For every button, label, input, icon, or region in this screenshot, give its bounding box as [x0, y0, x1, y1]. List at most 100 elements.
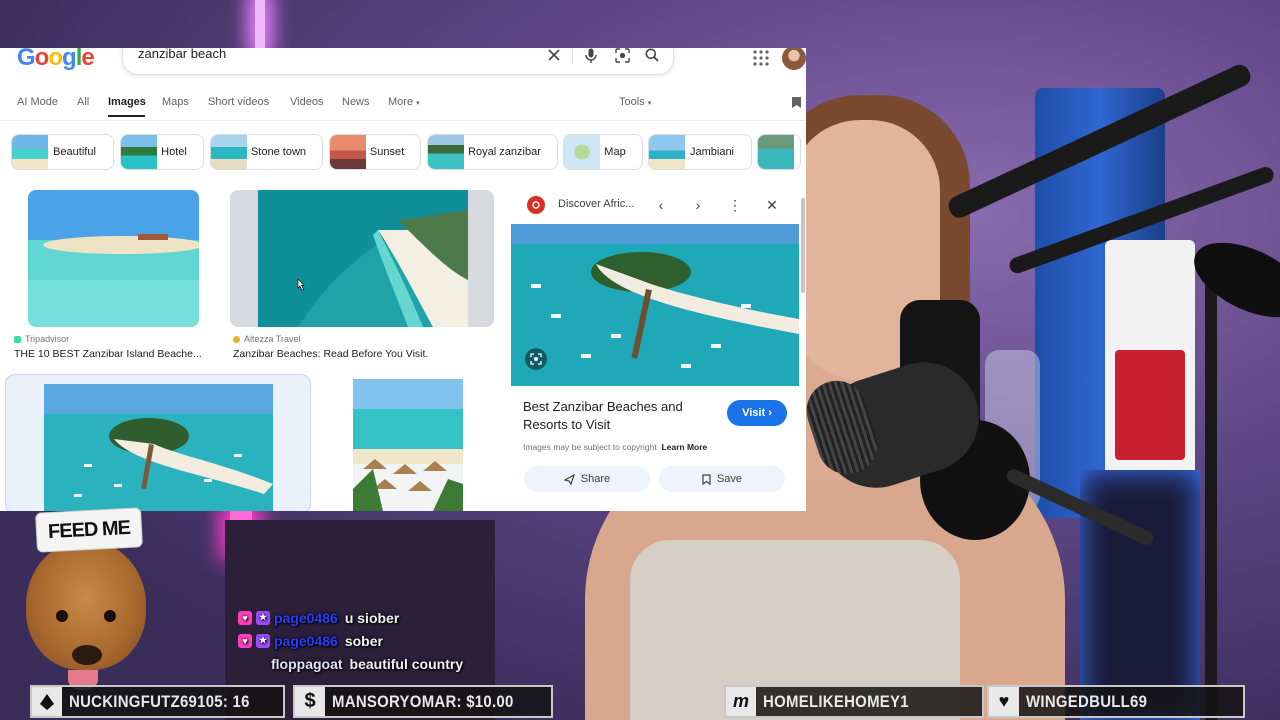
cymbal-stand [1205, 250, 1217, 720]
chip-label: Map [604, 146, 626, 158]
panel-scrollbar[interactable] [801, 198, 805, 293]
result-source-label: Altezza Travel [244, 334, 301, 344]
chat-text: u siober [344, 609, 400, 626]
share-button[interactable]: Share [524, 466, 650, 492]
copyright-notice: Images may be subject to copyright Learn… [523, 442, 707, 452]
chip-royal-zanzibar[interactable]: Royal zanzibar [427, 134, 558, 170]
image-result-selected[interactable] [5, 374, 311, 511]
chip-jambiani[interactable]: Jambiani [648, 134, 752, 170]
more-options-icon[interactable]: ⋮ [726, 196, 744, 214]
bookmark-icon [702, 473, 711, 485]
image-result-tripadvisor[interactable]: Tripadvisor THE 10 BEST Zanzibar Island … [8, 188, 218, 364]
image-result-beach-huts[interactable] [322, 374, 496, 511]
sub-badge-icon: ★ [256, 633, 270, 648]
search-input[interactable]: zanzibar beach [138, 48, 226, 61]
tools-label: Tools [619, 96, 645, 108]
tab-more[interactable]: More ▾ [388, 96, 420, 108]
chat-text: sober [344, 632, 383, 649]
tripadvisor-icon [14, 335, 21, 343]
collections-icon[interactable] [791, 96, 802, 109]
save-button[interactable]: Save [659, 466, 785, 492]
search-box[interactable]: zanzibar beach [122, 48, 674, 75]
close-icon[interactable]: ✕ [763, 196, 781, 214]
share-label: Share [580, 473, 611, 485]
dog-nose [72, 645, 102, 665]
tab-all[interactable]: All [77, 96, 89, 108]
preview-image[interactable] [511, 224, 799, 386]
browser-window: Google zanzibar beach AI Mode All Images… [0, 48, 806, 511]
panel-title[interactable]: Best Zanzibar Beaches and Resorts to Vis… [523, 398, 713, 434]
dog-head [26, 540, 146, 690]
alert-text: MANSORYOMAR: $10.00 [332, 691, 514, 711]
clear-icon[interactable] [543, 48, 565, 66]
tab-more-label: More [388, 96, 414, 108]
chip-more[interactable] [757, 134, 801, 170]
alert-text: HOMELIKEHOMEY1 [763, 691, 909, 711]
chip-hotel[interactable]: Hotel [120, 134, 204, 170]
chip-thumbnail [428, 135, 464, 169]
tab-maps[interactable]: Maps [162, 96, 189, 108]
altezza-icon [233, 335, 240, 343]
sub-badge-icon: ★ [256, 610, 270, 625]
chip-stone-town[interactable]: Stone town [210, 134, 323, 170]
result-image [28, 190, 199, 327]
apps-grid-icon[interactable] [752, 49, 770, 67]
caret-down-icon: ▾ [647, 100, 652, 107]
result-source: Altezza Travel [233, 334, 301, 344]
chip-beautiful[interactable]: Beautiful [11, 134, 114, 170]
feed-me-dog-overlay: FEED ME [22, 507, 152, 690]
tools-button[interactable]: Tools ▾ [619, 96, 651, 108]
microphone-icon[interactable] [580, 48, 602, 66]
visual-search-icon[interactable] [525, 348, 547, 370]
result-source: Tripadvisor [14, 334, 69, 344]
lens-icon[interactable] [611, 48, 633, 66]
tab-short-videos[interactable]: Short videos [208, 96, 269, 108]
result-source-label: Tripadvisor [25, 334, 70, 344]
chat-message: ♥ ★ page0486 u siober [238, 606, 538, 629]
tab-images[interactable]: Images [108, 96, 146, 108]
heart-badge-icon: ♥ [238, 633, 252, 648]
mouse-cursor-icon [297, 278, 305, 291]
previous-icon[interactable]: ‹ [652, 196, 670, 214]
divider [0, 120, 806, 121]
chip-thumbnail [649, 135, 685, 169]
chat-username: page0486 [274, 632, 338, 649]
result-image [44, 384, 273, 511]
account-avatar[interactable] [782, 48, 806, 70]
chevron-right-icon: › [768, 407, 772, 419]
result-image [353, 379, 463, 511]
image-result-altezza[interactable]: Altezza Travel Zanzibar Beaches: Read Be… [227, 188, 497, 364]
dollar-icon: $ [295, 687, 325, 716]
chip-label: Hotel [161, 146, 187, 158]
search-icon[interactable] [641, 48, 663, 66]
visit-button[interactable]: Visit › [727, 400, 787, 426]
visit-label: Visit [742, 407, 766, 419]
dog-eye [104, 610, 116, 622]
chip-label: Sunset [369, 146, 405, 158]
tab-videos[interactable]: Videos [290, 96, 323, 108]
save-label: Save [716, 473, 743, 485]
chip-thumbnail [330, 135, 366, 169]
pabst-can [1105, 240, 1195, 500]
alert-latest-bits: NUCKINGFUTZ69105: 16 [30, 685, 285, 718]
alert-latest-follower: m HOMELIKEHOMEY1 [724, 685, 984, 718]
search-nav-tabs: AI Mode All Images Maps Short videos Vid… [0, 92, 806, 120]
panel-source-name: Discover Afric... [558, 198, 635, 210]
hat-text: FEED ME [47, 516, 131, 543]
google-logo[interactable]: Google [17, 48, 95, 72]
feed-me-hat: FEED ME [35, 507, 143, 553]
next-icon[interactable]: › [689, 196, 707, 214]
tab-ai-mode[interactable]: AI Mode [17, 96, 58, 108]
alert-latest-donation: $ MANSORYOMAR: $10.00 [293, 685, 553, 718]
chat-message: ♥ ★ page0486 sober [238, 629, 538, 652]
chip-sunset[interactable]: Sunset [329, 134, 421, 170]
chip-thumbnail [12, 135, 48, 169]
learn-more-link[interactable]: Learn More [661, 442, 707, 452]
google-header: Google zanzibar beach [0, 48, 806, 88]
image-preview-panel: Discover Afric... ‹ › ⋮ ✕ Best Zanzibar … [511, 186, 806, 511]
result-title: Zanzibar Beaches: Read Before You Visit. [233, 348, 429, 360]
chip-map[interactable]: Map [563, 134, 643, 170]
tab-news[interactable]: News [342, 96, 370, 108]
chip-thumbnail [211, 135, 247, 169]
chip-label: Beautiful [53, 146, 96, 158]
